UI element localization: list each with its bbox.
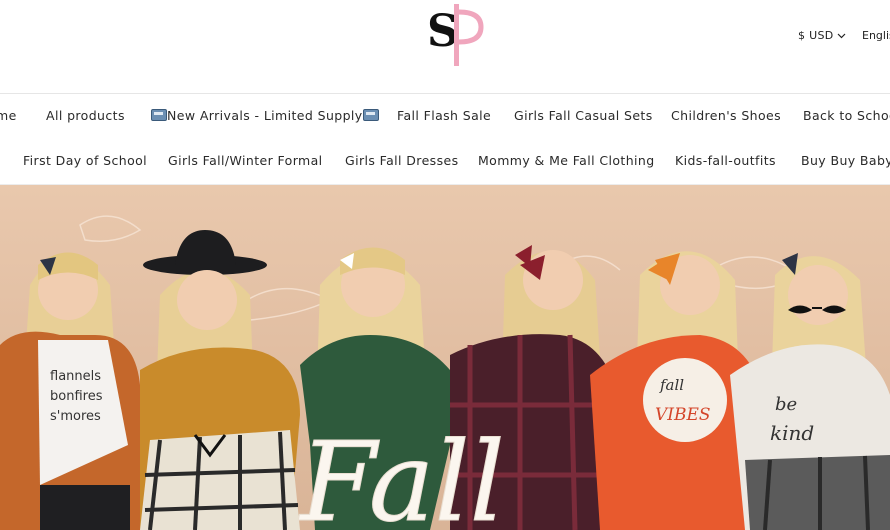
nav-new-arrivals-label: New Arrivals - Limited Supply: [167, 108, 363, 123]
svg-text:bonfires: bonfires: [50, 389, 103, 404]
site-header: S $ USD Englis: [0, 0, 890, 94]
nav-fall-flash-sale[interactable]: Fall Flash Sale: [397, 108, 491, 123]
nav-girls-fall-winter-formal[interactable]: Girls Fall/Winter Formal: [168, 153, 323, 168]
svg-text:flannels: flannels: [50, 369, 101, 384]
nav-all-products[interactable]: All products: [46, 108, 125, 123]
hero-banner[interactable]: flannels bonfires s'mores fall VIBES be …: [0, 185, 890, 530]
nav-buy-buy-baby[interactable]: Buy Buy Baby: [801, 153, 890, 168]
svg-text:s'mores: s'mores: [50, 409, 101, 424]
language-selector[interactable]: Englis: [862, 29, 890, 42]
nav-girls-fall-dresses[interactable]: Girls Fall Dresses: [345, 153, 459, 168]
currency-selector[interactable]: $ USD: [798, 29, 846, 42]
girl-6: be kind: [730, 253, 890, 530]
nav-girls-fall-casual-sets[interactable]: Girls Fall Casual Sets: [514, 108, 653, 123]
svg-text:VIBES: VIBES: [655, 405, 711, 425]
nav-new-arrivals[interactable]: New Arrivals - Limited Supply: [151, 108, 379, 123]
nav-kids-fall-outfits[interactable]: Kids-fall-outfits: [675, 153, 776, 168]
girl-2: [140, 230, 300, 530]
hero-headline: Fall: [298, 418, 505, 530]
main-navigation: me All products New Arrivals - Limited S…: [0, 94, 890, 185]
svg-text:kind: kind: [770, 421, 814, 445]
nav-mommy-and-me[interactable]: Mommy & Me Fall Clothing: [478, 153, 655, 168]
nav-home[interactable]: me: [0, 108, 17, 123]
nav-first-day-of-school[interactable]: First Day of School: [23, 153, 147, 168]
nav-childrens-shoes[interactable]: Children's Shoes: [671, 108, 781, 123]
nav-back-to-school[interactable]: Back to School: [803, 108, 890, 123]
bus-icon: [362, 109, 379, 121]
svg-text:be: be: [775, 394, 797, 415]
svg-text:fall: fall: [659, 376, 684, 394]
store-logo[interactable]: S: [425, 0, 485, 70]
bus-icon: [151, 109, 167, 121]
hero-image: flannels bonfires s'mores fall VIBES be …: [0, 215, 890, 530]
chevron-down-icon: [837, 29, 846, 42]
currency-label: $ USD: [798, 29, 834, 42]
girl-1: flannels bonfires s'mores: [0, 252, 140, 530]
